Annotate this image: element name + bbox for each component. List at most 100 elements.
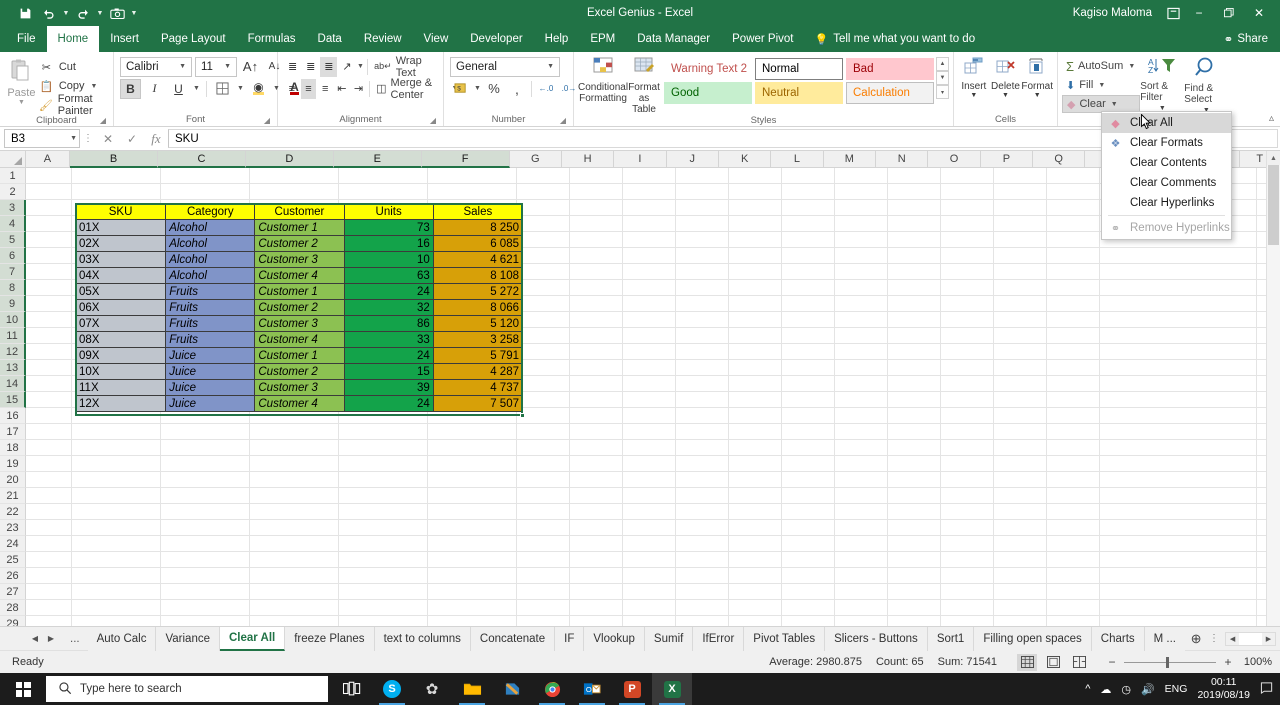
- paste-button[interactable]: Paste ▼: [4, 54, 39, 106]
- table-cell-sales[interactable]: 8 108: [432, 267, 524, 284]
- tab-view[interactable]: View: [413, 26, 460, 52]
- row-header-22[interactable]: 22: [0, 504, 26, 520]
- page-layout-view-icon[interactable]: [1043, 654, 1063, 671]
- align-bottom-icon[interactable]: ≣: [320, 56, 338, 77]
- row-header-21[interactable]: 21: [0, 488, 26, 504]
- row-header-17[interactable]: 17: [0, 424, 26, 440]
- sheet-tab-slicers-buttons[interactable]: Slicers - Buttons: [825, 626, 928, 651]
- sheet-tab-text-to-columns[interactable]: text to columns: [374, 626, 471, 651]
- row-header-16[interactable]: 16: [0, 408, 26, 424]
- conditional-formatting-button[interactable]: Conditional Formatting: [578, 54, 628, 104]
- sheet-prev-icon[interactable]: ◀: [28, 634, 42, 643]
- minimize-button[interactable]: −: [1184, 0, 1214, 26]
- column-header-H[interactable]: H: [561, 151, 615, 168]
- table-cell-sku[interactable]: 11X: [74, 379, 167, 396]
- format-as-table-button[interactable]: Format as Table: [628, 54, 660, 115]
- camera-icon[interactable]: [106, 3, 128, 23]
- cancel-formula-button[interactable]: ✕: [96, 132, 120, 146]
- borders-icon[interactable]: [212, 79, 233, 99]
- table-cell-category[interactable]: Fruits: [165, 299, 256, 316]
- row-header-18[interactable]: 18: [0, 440, 26, 456]
- language-indicator[interactable]: ENG: [1165, 683, 1188, 695]
- table-cell-sales[interactable]: 8 250: [432, 219, 524, 236]
- table-cell-sku[interactable]: 07X: [74, 315, 167, 332]
- fill-button[interactable]: ⬇ Fill ▼: [1062, 76, 1140, 94]
- table-cell-units[interactable]: 10: [343, 251, 434, 268]
- row-header-7[interactable]: 7: [0, 264, 26, 280]
- insert-cells-button[interactable]: Insert ▼: [958, 54, 990, 99]
- sheet-tab-concatenate[interactable]: Concatenate: [470, 626, 556, 651]
- sheet-tab-if[interactable]: IF: [555, 626, 585, 651]
- sheet-tab-iferror[interactable]: IfError: [693, 626, 745, 651]
- table-cell-customer[interactable]: Customer 1: [254, 219, 345, 236]
- table-cell-customer[interactable]: Customer 3: [254, 251, 345, 268]
- italic-button[interactable]: I: [144, 79, 165, 99]
- tab-data[interactable]: Data: [307, 26, 353, 52]
- table-cell-category[interactable]: Alcohol: [165, 235, 256, 252]
- status-count[interactable]: Count: 65: [876, 656, 924, 668]
- column-header-I[interactable]: I: [614, 151, 667, 168]
- table-cell-sales[interactable]: 5 791: [432, 347, 524, 364]
- clock[interactable]: 00:11 2019/08/19: [1197, 676, 1250, 702]
- row-header-10[interactable]: 10: [0, 312, 26, 328]
- sheet-tab-more[interactable]: M ...: [1144, 626, 1186, 651]
- orientation-dropdown-icon[interactable]: ▼: [357, 63, 365, 70]
- column-header-N[interactable]: N: [876, 151, 929, 168]
- start-button[interactable]: [0, 673, 46, 705]
- table-cell-units[interactable]: 32: [343, 299, 434, 316]
- increase-indent-icon[interactable]: ⇥: [351, 79, 367, 99]
- table-cell-sku[interactable]: 01X: [74, 219, 167, 236]
- add-sheet-button[interactable]: ⊕: [1185, 631, 1207, 647]
- paste-dropdown-icon[interactable]: ▼: [18, 99, 25, 106]
- number-format-dropdown-icon[interactable]: ▼: [544, 63, 557, 70]
- table-cell-category[interactable]: Juice: [165, 347, 256, 364]
- sheet-tab-freeze-planes[interactable]: freeze Planes: [285, 626, 375, 651]
- sheet-next-icon[interactable]: ▶: [44, 634, 58, 643]
- taskbar-app-paint[interactable]: ✿: [412, 673, 452, 705]
- table-row[interactable]: 01X Alcohol Customer 1 73 8 250: [74, 219, 524, 236]
- increase-font-size-icon[interactable]: A↑: [240, 57, 261, 77]
- taskbar-app-file-explorer[interactable]: [452, 673, 492, 705]
- menu-item-clear-hyperlinks[interactable]: Clear Hyperlinks: [1102, 193, 1231, 213]
- zoom-out-button[interactable]: −: [1107, 655, 1117, 669]
- taskbar-app-excel[interactable]: X: [652, 673, 692, 705]
- table-cell-customer[interactable]: Customer 1: [254, 283, 345, 300]
- delete-dropdown-icon[interactable]: ▼: [1002, 92, 1009, 99]
- sheet-tab-menu-icon[interactable]: ⋮: [1207, 633, 1221, 644]
- collapse-ribbon-icon[interactable]: ▵: [1269, 113, 1274, 124]
- sheet-tab-variance[interactable]: Variance: [156, 626, 220, 651]
- table-cell-customer[interactable]: Customer 4: [254, 395, 345, 412]
- font-size-combo[interactable]: 11 ▼: [195, 56, 237, 77]
- cell-style-normal[interactable]: Normal: [755, 58, 843, 80]
- column-header-C[interactable]: C: [158, 151, 246, 168]
- font-name-dropdown-icon[interactable]: ▼: [176, 63, 189, 70]
- normal-view-icon[interactable]: [1017, 653, 1037, 671]
- table-row[interactable]: 11X Juice Customer 3 39 4 737: [74, 379, 524, 396]
- table-cell-sku[interactable]: 10X: [74, 363, 167, 380]
- row-header-26[interactable]: 26: [0, 568, 26, 584]
- align-center-icon[interactable]: ≡: [300, 78, 317, 99]
- align-left-icon[interactable]: ≡: [284, 79, 300, 99]
- menu-item-clear-comments[interactable]: Clear Comments: [1102, 173, 1231, 193]
- table-cell-category[interactable]: Juice: [165, 395, 256, 412]
- name-box[interactable]: B3 ▼: [4, 129, 80, 148]
- column-header-K[interactable]: K: [718, 151, 772, 168]
- column-header-P[interactable]: P: [980, 151, 1034, 168]
- select-all-corner[interactable]: [0, 151, 26, 168]
- column-header-E[interactable]: E: [333, 151, 422, 168]
- redo-icon[interactable]: [72, 3, 94, 23]
- table-cell-category[interactable]: Fruits: [165, 331, 256, 348]
- table-cell-category[interactable]: Alcohol: [165, 267, 256, 284]
- table-cell-sales[interactable]: 5 120: [432, 315, 524, 332]
- table-row[interactable]: 04X Alcohol Customer 4 63 8 108: [74, 267, 524, 284]
- cell-area[interactable]: SKU Category Customer Units Sales 01X Alc…: [26, 168, 1280, 626]
- table-cell-sales[interactable]: 4 287: [432, 363, 524, 380]
- underline-dropdown-icon[interactable]: ▼: [192, 85, 201, 92]
- customize-quick-access-icon[interactable]: ▼: [130, 10, 138, 17]
- sheet-tab-auto-calc[interactable]: Auto Calc: [87, 626, 157, 651]
- comma-style-icon[interactable]: ,: [506, 79, 528, 99]
- taskbar-app-powerpoint[interactable]: P: [612, 673, 652, 705]
- number-format-combo[interactable]: General ▼: [450, 56, 560, 77]
- taskbar-app-outlook[interactable]: O: [572, 673, 612, 705]
- fill-dropdown-icon[interactable]: ▼: [1097, 82, 1106, 89]
